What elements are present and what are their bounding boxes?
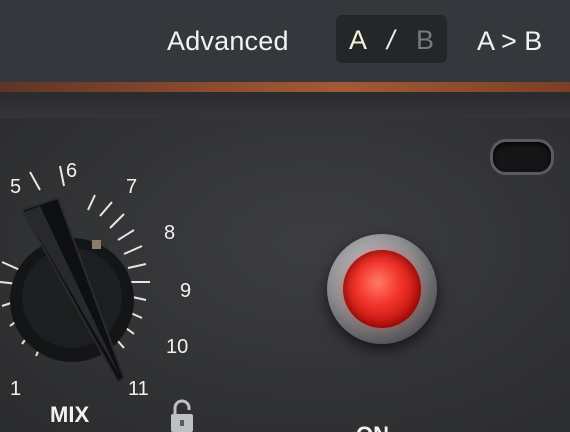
mix-scale-11: 11 [128,378,149,400]
on-label: ON [356,422,389,432]
preset-a-button[interactable]: A [349,25,367,56]
ab-compare-toggle[interactable]: A / B [336,15,447,63]
mix-scale-6: 6 [66,160,78,182]
on-switch[interactable] [327,234,437,344]
advanced-button[interactable]: Advanced [167,26,289,57]
unlocked-padlock-icon[interactable] [166,398,198,432]
mix-scale-8: 8 [164,222,176,244]
plugin-window: Advanced A / B A > B 5 6 7 8 9 10 11 1 M… [0,0,570,432]
preset-b-button[interactable]: B [416,25,434,56]
mix-scale-1: 1 [10,378,22,400]
on-indicator-lamp [343,250,421,328]
mix-scale-10: 10 [166,336,189,358]
rack-mount-slot [490,139,554,175]
copy-a-to-b-button[interactable]: A > B [477,26,542,57]
ab-separator: / [387,25,395,55]
mix-knob[interactable] [10,230,140,360]
top-toolbar: Advanced A / B A > B [0,0,570,82]
mix-label: MIX [50,402,90,427]
mix-scale-5: 5 [10,176,22,198]
mix-scale-9: 9 [180,280,192,302]
mix-scale-7: 7 [126,176,138,198]
